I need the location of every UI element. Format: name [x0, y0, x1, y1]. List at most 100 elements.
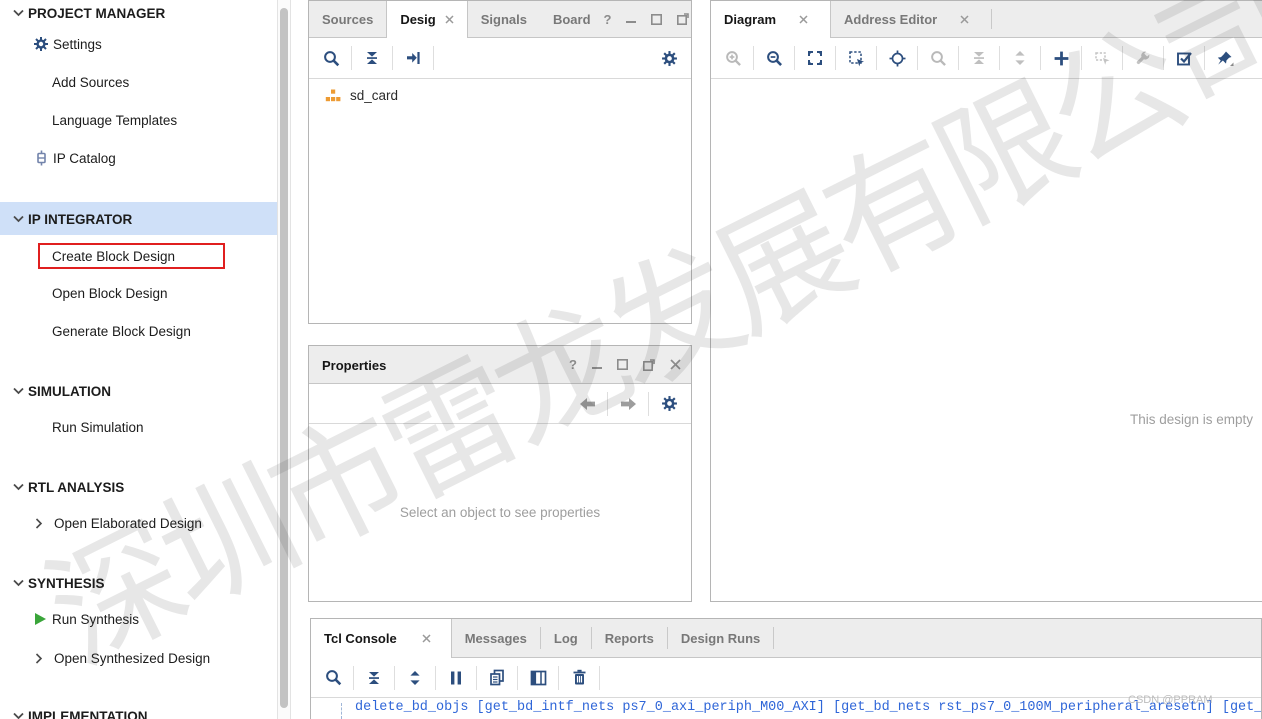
- float-icon[interactable]: [643, 358, 655, 371]
- section-ip-integrator[interactable]: IP INTEGRATOR: [8, 207, 132, 231]
- tab-messages[interactable]: Messages: [452, 619, 540, 657]
- tab-design[interactable]: Desig: [386, 1, 468, 38]
- tab-diagram[interactable]: Diagram: [711, 1, 832, 38]
- float-icon[interactable]: [677, 13, 690, 25]
- zoom-fit-icon[interactable]: [802, 45, 828, 71]
- goto-definition-icon[interactable]: [400, 45, 426, 71]
- tab-tcl-console[interactable]: Tcl Console: [311, 619, 452, 658]
- console-panel: Tcl Console Messages Log Reports Design …: [310, 618, 1262, 719]
- autofit-target-icon[interactable]: [884, 45, 910, 71]
- close-icon[interactable]: [670, 359, 681, 370]
- tab-signals[interactable]: Signals: [468, 1, 540, 37]
- sidebar-item-label: Run Simulation: [52, 419, 144, 435]
- console-tabbar: Tcl Console Messages Log Reports Design …: [311, 619, 1261, 658]
- highlight-rectangle: [38, 243, 225, 269]
- tab-sources[interactable]: Sources: [309, 1, 386, 37]
- section-title: PROJECT MANAGER: [28, 5, 166, 21]
- settings-gear-icon[interactable]: [656, 45, 682, 71]
- expand-all-icon[interactable]: [1007, 45, 1033, 71]
- chevron-down-icon: [8, 209, 28, 229]
- pause-output-icon[interactable]: [443, 665, 469, 691]
- zoom-in-icon[interactable]: [720, 45, 746, 71]
- properties-title: Properties: [322, 357, 387, 373]
- collapse-all-icon[interactable]: [966, 45, 992, 71]
- settings-gear-icon[interactable]: [656, 391, 682, 417]
- sidebar-item-language-templates[interactable]: Language Templates: [52, 108, 177, 132]
- copy-icon[interactable]: [484, 665, 510, 691]
- sidebar-item-label: Open Block Design: [52, 285, 168, 301]
- trash-icon[interactable]: [566, 665, 592, 691]
- tab-reports[interactable]: Reports: [592, 619, 667, 657]
- design-sources-panel: Sources Desig Signals Board ? sd_card: [308, 0, 692, 324]
- section-simulation[interactable]: SIMULATION: [8, 379, 111, 403]
- section-title: SIMULATION: [28, 383, 111, 399]
- search-icon[interactable]: [320, 665, 346, 691]
- section-title: RTL ANALYSIS: [28, 479, 125, 495]
- minimize-icon[interactable]: [592, 360, 602, 370]
- expand-all-icon[interactable]: [402, 665, 428, 691]
- tab-log[interactable]: Log: [541, 619, 591, 657]
- section-implementation[interactable]: IMPLEMENTATION: [8, 704, 148, 719]
- diagram-canvas[interactable]: This design is empty: [711, 79, 1262, 602]
- maximize-icon[interactable]: [617, 359, 628, 370]
- help-icon[interactable]: ?: [569, 357, 577, 372]
- collapse-all-icon[interactable]: [359, 45, 385, 71]
- section-title: SYNTHESIS: [28, 575, 105, 591]
- sidebar-item-label: Open Elaborated Design: [54, 515, 202, 531]
- close-icon[interactable]: [960, 14, 969, 24]
- sidebar-item-add-sources[interactable]: Add Sources: [52, 70, 129, 94]
- section-title: IMPLEMENTATION: [28, 708, 148, 719]
- close-icon[interactable]: [422, 634, 431, 643]
- make-connection-icon[interactable]: [1089, 45, 1115, 71]
- back-arrow-icon[interactable]: [574, 391, 600, 417]
- tab-design-runs[interactable]: Design Runs: [668, 619, 773, 657]
- section-synthesis[interactable]: SYNTHESIS: [8, 571, 105, 595]
- section-rtl-analysis[interactable]: RTL ANALYSIS: [8, 475, 124, 499]
- properties-empty-state: Select an object to see properties: [309, 424, 691, 600]
- sidebar-item-open-synthesized-design[interactable]: Open Synthesized Design: [30, 646, 210, 670]
- run-play-icon: [30, 609, 50, 629]
- section-project-manager[interactable]: PROJECT MANAGER: [8, 1, 165, 25]
- zoom-selection-icon[interactable]: [843, 45, 869, 71]
- validate-design-icon[interactable]: [1171, 45, 1197, 71]
- tab-board[interactable]: Board: [540, 1, 604, 37]
- sidebar-item-run-synthesis[interactable]: Run Synthesis: [30, 607, 139, 631]
- minimize-icon[interactable]: [626, 14, 637, 24]
- forward-arrow-icon[interactable]: [615, 391, 641, 417]
- sidebar-scrollbar[interactable]: [277, 0, 291, 719]
- chevron-down-icon: [8, 573, 28, 593]
- close-icon[interactable]: [799, 15, 808, 24]
- ip-chip-icon: [30, 147, 52, 169]
- sidebar-item-open-elaborated-design[interactable]: Open Elaborated Design: [30, 511, 202, 535]
- chevron-down-icon: [8, 477, 28, 497]
- sidebar-item-label: Settings: [53, 36, 102, 52]
- queue-view-icon[interactable]: [525, 665, 551, 691]
- collapse-all-icon[interactable]: [361, 665, 387, 691]
- scrollbar-thumb[interactable]: [280, 8, 288, 708]
- chevron-right-icon: [30, 649, 48, 667]
- help-icon[interactable]: ?: [604, 12, 612, 27]
- section-title: IP INTEGRATOR: [28, 211, 133, 227]
- sidebar-item-settings[interactable]: Settings: [30, 32, 102, 56]
- console-output[interactable]: delete_bd_objs [get_bd_intf_nets ps7_0_a…: [311, 698, 1261, 719]
- chevron-down-icon: [8, 3, 28, 23]
- pin-icon[interactable]: [1212, 45, 1238, 71]
- tab-address-editor[interactable]: Address Editor: [831, 1, 991, 37]
- sidebar-item-open-block-design[interactable]: Open Block Design: [52, 281, 168, 305]
- properties-panel: Properties ? Select an object to see pro…: [308, 345, 692, 602]
- sidebar-item-generate-block-design[interactable]: Generate Block Design: [52, 319, 191, 343]
- search-icon[interactable]: [925, 45, 951, 71]
- console-gutter-marker: [341, 703, 343, 719]
- sidebar-item-ip-catalog[interactable]: IP Catalog: [30, 146, 116, 170]
- search-icon[interactable]: [318, 45, 344, 71]
- diagram-toolbar: [711, 38, 1262, 79]
- wrench-icon[interactable]: [1130, 45, 1156, 71]
- sidebar-item-run-simulation[interactable]: Run Simulation: [52, 415, 144, 439]
- tree-item-sd-card[interactable]: sd_card: [309, 79, 691, 103]
- maximize-icon[interactable]: [651, 13, 663, 25]
- zoom-out-icon[interactable]: [761, 45, 787, 71]
- add-ip-icon[interactable]: [1048, 45, 1074, 71]
- chevron-down-icon: [8, 706, 28, 719]
- design-panel-toolbar: [309, 38, 691, 79]
- close-icon[interactable]: [445, 15, 454, 24]
